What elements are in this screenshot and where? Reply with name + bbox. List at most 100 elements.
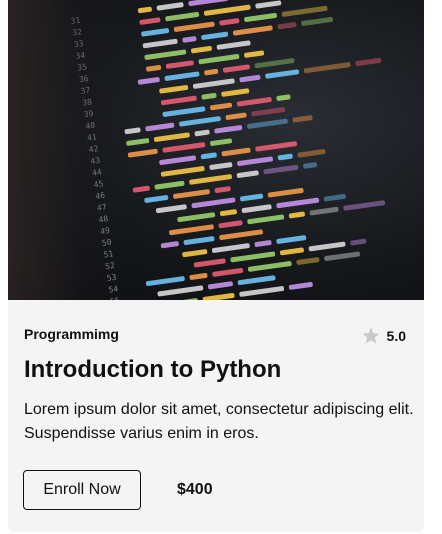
code-token xyxy=(239,286,285,297)
code-token xyxy=(164,71,200,81)
course-description: Lorem ipsum dolor sit amet, consectetur … xyxy=(24,401,414,442)
code-token xyxy=(222,64,250,73)
code-token xyxy=(210,102,233,111)
code-token xyxy=(126,138,150,146)
code-token xyxy=(239,74,261,83)
code-token xyxy=(155,204,187,214)
code-token xyxy=(214,186,231,193)
code-token xyxy=(144,49,187,60)
code-token xyxy=(296,257,320,265)
enroll-now-button[interactable]: Enroll Now xyxy=(23,470,141,510)
code-token xyxy=(276,235,307,244)
course-card: 3132333435363738394041424344454647484950… xyxy=(8,0,424,532)
code-token xyxy=(288,282,313,290)
code-token xyxy=(323,193,346,202)
code-token xyxy=(190,45,212,54)
code-token xyxy=(267,187,304,198)
code-token xyxy=(137,77,160,85)
code-token xyxy=(204,68,219,76)
code-token xyxy=(157,285,204,297)
code-token xyxy=(137,6,152,14)
code-token xyxy=(343,200,386,211)
code-token xyxy=(162,142,206,153)
code-token xyxy=(194,129,210,137)
code-token xyxy=(160,95,197,106)
code-token xyxy=(189,272,208,280)
code-token xyxy=(254,58,295,69)
code-token xyxy=(236,170,259,178)
code-token xyxy=(160,166,205,177)
code-token xyxy=(173,189,210,199)
code-token xyxy=(279,247,304,256)
code-token xyxy=(159,155,197,166)
code-token xyxy=(277,153,293,161)
code-token xyxy=(281,5,328,17)
code-token xyxy=(232,25,273,36)
code-token xyxy=(165,60,194,69)
course-category: Programmimg xyxy=(24,326,119,342)
code-token xyxy=(219,209,237,217)
code-token xyxy=(237,156,273,166)
code-token xyxy=(247,214,285,225)
code-token xyxy=(301,17,334,26)
code-token xyxy=(200,152,217,160)
code-token xyxy=(198,54,240,65)
code-token xyxy=(247,261,292,272)
code-token xyxy=(179,116,221,127)
code-token xyxy=(255,141,298,152)
code-token xyxy=(221,147,251,157)
code-token xyxy=(241,204,272,214)
code-token xyxy=(247,118,288,129)
code-token xyxy=(139,17,161,25)
image-shading xyxy=(8,0,128,300)
code-token xyxy=(355,57,382,66)
code-token xyxy=(188,0,229,7)
code-token xyxy=(251,107,286,117)
code-token xyxy=(324,251,361,261)
code-token xyxy=(132,185,150,193)
code-token xyxy=(288,211,305,219)
code-token xyxy=(255,0,282,9)
course-rating: 5.0 xyxy=(361,326,406,346)
code-token xyxy=(219,18,240,26)
code-token xyxy=(191,197,236,209)
code-token xyxy=(192,78,235,89)
code-token xyxy=(141,28,170,37)
code-token xyxy=(211,243,250,253)
rating-value: 5.0 xyxy=(386,328,406,344)
code-token xyxy=(237,275,276,286)
code-token xyxy=(154,180,185,190)
code-token xyxy=(236,97,272,107)
code-token xyxy=(178,298,198,300)
code-token xyxy=(350,238,367,246)
code-token xyxy=(212,267,244,277)
code-token xyxy=(265,69,300,79)
code-token xyxy=(303,62,351,74)
code-token xyxy=(173,21,215,32)
code-token xyxy=(254,240,272,247)
course-price: $400 xyxy=(177,481,213,498)
code-token xyxy=(182,249,208,258)
code-token xyxy=(145,122,175,132)
code-token xyxy=(225,112,247,120)
code-token xyxy=(292,115,313,123)
code-token xyxy=(276,197,320,209)
code-token xyxy=(159,85,189,94)
code-token xyxy=(169,224,214,236)
code-token xyxy=(145,276,185,287)
code-token xyxy=(309,206,339,216)
code-token xyxy=(201,92,217,100)
code-token xyxy=(193,258,226,268)
code-token xyxy=(210,138,233,146)
code-token xyxy=(297,149,326,158)
star-icon xyxy=(362,327,379,344)
code-token xyxy=(240,193,264,202)
course-image: 3132333435363738394041424344454647484950… xyxy=(8,0,424,300)
code-token xyxy=(202,293,235,300)
code-token xyxy=(308,241,346,252)
code-token xyxy=(221,88,250,97)
code-token xyxy=(214,125,243,134)
code-token xyxy=(244,12,277,23)
code-token xyxy=(177,212,216,223)
code-token xyxy=(277,22,297,30)
